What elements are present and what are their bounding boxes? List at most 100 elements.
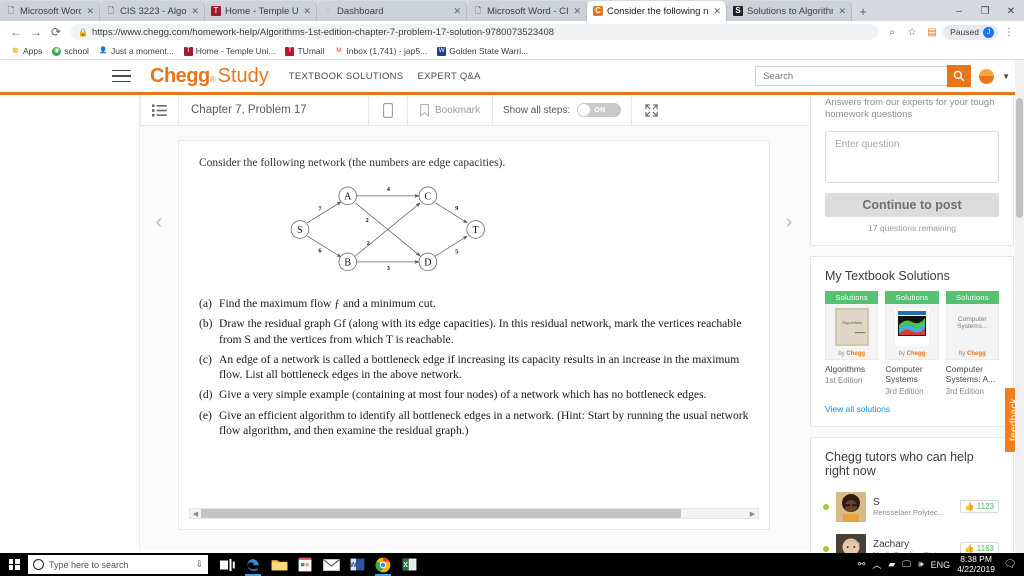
edge-icon[interactable]	[240, 553, 266, 576]
browser-tab[interactable]: 🗋 Microsoft Word - syllabus-3223 ✕	[0, 1, 100, 21]
svg-text:X: X	[403, 562, 408, 569]
language-indicator[interactable]: ENG	[931, 560, 951, 570]
thumbs-up-icon: 👍	[964, 544, 975, 553]
folder-glyph	[271, 559, 287, 570]
clock[interactable]: 8:38 PM 4/22/2019	[957, 554, 995, 575]
list-item[interactable]: Solutions Algorithms by Chegg Algorithms…	[825, 290, 879, 396]
maximize-button[interactable]: ❐	[972, 1, 998, 21]
site-header: Chegg ® Study TEXTBOOK SOLUTIONS EXPERT …	[0, 60, 1024, 95]
mail-icon[interactable]	[318, 553, 344, 576]
close-icon[interactable]: ✕	[303, 6, 311, 17]
scrollbar-thumb[interactable]	[201, 509, 682, 518]
nav-expert-qa[interactable]: EXPERT Q&A	[417, 71, 480, 82]
list-item[interactable]: Solutions by Chegg Computer Systems 3rd …	[885, 290, 939, 396]
bookmark-apps[interactable]: ▦ Apps	[6, 44, 47, 59]
nav-textbook-solutions[interactable]: TEXTBOOK SOLUTIONS	[289, 71, 404, 82]
fullscreen-button[interactable]	[632, 95, 671, 126]
bookmark-label: Bookmark	[435, 104, 481, 116]
bookmark-item[interactable]: T TUmail	[280, 44, 329, 59]
toggle-knob	[578, 104, 591, 116]
scrollbar-track[interactable]	[201, 509, 747, 518]
browser-tab[interactable]: ◌ Dashboard ✕	[317, 1, 467, 21]
bookmark-star-icon[interactable]: ☆	[903, 23, 921, 41]
action-center-icon[interactable]: 🗨	[1002, 557, 1018, 573]
extension-icon[interactable]: ▤	[923, 23, 941, 41]
chrome-icon[interactable]	[370, 553, 396, 576]
tutor-info: Zachary North Carolina Stat...	[873, 539, 953, 553]
chegg-logo[interactable]: Chegg ® Study	[150, 65, 269, 88]
list-item[interactable]: S Rensselaer Polytec... 👍 1123	[811, 486, 1013, 528]
show-all-steps-toggle[interactable]: ON	[577, 103, 622, 117]
back-icon[interactable]: ←	[6, 22, 26, 42]
browser-tab-active[interactable]: C Consider the following network ( ✕	[587, 1, 727, 21]
bookmark-button[interactable]: Bookmark	[408, 94, 494, 126]
close-icon[interactable]: ✕	[573, 6, 581, 17]
browser-tab[interactable]: S Solutions to Algorithms (978007 ✕	[727, 1, 852, 21]
prev-problem-button[interactable]: ‹	[140, 126, 178, 550]
minimize-button[interactable]: ‒	[946, 1, 972, 21]
page-scrollbar[interactable]	[1015, 60, 1024, 553]
microphone-icon[interactable]: ⇩	[195, 559, 203, 570]
excel-icon[interactable]: X	[396, 553, 422, 576]
list-item[interactable]: Solutions Computer Systems... by Chegg C…	[945, 290, 999, 396]
bookmark-item[interactable]: 👤 Just a moment...	[94, 44, 179, 59]
book-cover: Computer Systems... by Chegg	[945, 303, 999, 360]
list-item[interactable]: Zachary North Carolina Stat... 👍 1163	[811, 528, 1013, 553]
search-input[interactable]	[755, 66, 948, 86]
list-item: (d) Give a very simple example (containi…	[199, 387, 749, 402]
new-tab-button[interactable]: +	[852, 1, 874, 21]
file-explorer-icon[interactable]	[266, 553, 292, 576]
profile-chip[interactable]: Paused J	[943, 24, 998, 40]
scroll-left-icon[interactable]: ◀	[190, 510, 201, 518]
view-all-solutions-link[interactable]: View all solutions	[811, 396, 1013, 426]
taskbar-search[interactable]: Type here to search ⇩	[28, 555, 208, 574]
scrollbar-thumb[interactable]	[1016, 98, 1023, 218]
share-icon[interactable]: ⚯	[858, 559, 866, 570]
bookmark-item[interactable]: ◉ school	[47, 44, 94, 59]
volume-icon[interactable]: 🕪	[918, 559, 924, 570]
bookmark-item[interactable]: M Inbox (1,741) - jap5...	[329, 44, 432, 59]
battery-icon[interactable]: ▰	[888, 559, 895, 570]
close-icon[interactable]: ✕	[86, 6, 94, 17]
chrome-menu-icon[interactable]: ⋮	[1000, 23, 1018, 41]
browser-tab[interactable]: 🗋 Microsoft Word - CIS2107-Comp ✕	[467, 1, 587, 21]
close-icon[interactable]: ✕	[713, 6, 721, 17]
toc-button[interactable]	[141, 94, 179, 126]
store-icon[interactable]	[292, 553, 318, 576]
start-button[interactable]	[0, 553, 28, 576]
horizontal-scrollbar[interactable]: ◀ ▶	[189, 508, 759, 519]
user-avatar[interactable]	[979, 68, 995, 84]
browser-tab[interactable]: 🗋 CIS 3223 - Algorithms and Data S ✕	[100, 1, 205, 21]
continue-to-post-button[interactable]: Continue to post	[825, 192, 999, 217]
task-view-icon[interactable]	[214, 553, 240, 576]
close-icon[interactable]: ✕	[838, 6, 846, 17]
word-icon[interactable]: W	[344, 553, 370, 576]
clock-date: 4/22/2019	[957, 563, 995, 574]
book-edition: 3rd Edition	[945, 386, 984, 396]
chevron-down-icon[interactable]: ▼	[1002, 72, 1010, 81]
zoom-search-icon[interactable]: ⌕	[883, 23, 901, 41]
reload-icon[interactable]: ⟳	[46, 22, 66, 42]
window-close-button[interactable]: ✕	[998, 1, 1024, 21]
bookmarks-bar: ▦ Apps ◉ school 👤 Just a moment... T Hom…	[0, 43, 1024, 60]
bookmark-item[interactable]: T Home - Temple Uni...	[179, 44, 281, 59]
next-problem-button[interactable]: ›	[770, 126, 808, 550]
close-icon[interactable]: ✕	[453, 6, 461, 17]
cortana-icon	[33, 559, 44, 570]
question-input[interactable]: Enter question	[825, 130, 999, 183]
mobile-app-button[interactable]	[369, 94, 408, 126]
bookmark-item[interactable]: W Golden State Warri...	[432, 44, 533, 59]
close-icon[interactable]: ✕	[191, 6, 199, 17]
edge-capacity-SB: 6	[318, 247, 322, 254]
show-hidden-icons-chevron[interactable]: ︿	[872, 558, 881, 571]
search-button[interactable]	[947, 65, 972, 87]
network-icon[interactable]: 🖵	[902, 559, 911, 570]
address-bar[interactable]: 🔒 https://www.chegg.com/homework-help/Al…	[71, 24, 879, 40]
menu-icon[interactable]	[112, 65, 136, 87]
problem-title: Chapter 7, Problem 17	[179, 94, 369, 126]
scroll-right-icon[interactable]: ▶	[747, 510, 758, 518]
browser-tab[interactable]: T Home - Temple University Portal ✕	[205, 1, 317, 21]
problem-lead: Consider the following network (the numb…	[199, 157, 506, 169]
forward-icon[interactable]: →	[26, 22, 46, 42]
tab-title: Microsoft Word - CIS2107-Comp	[487, 5, 569, 17]
